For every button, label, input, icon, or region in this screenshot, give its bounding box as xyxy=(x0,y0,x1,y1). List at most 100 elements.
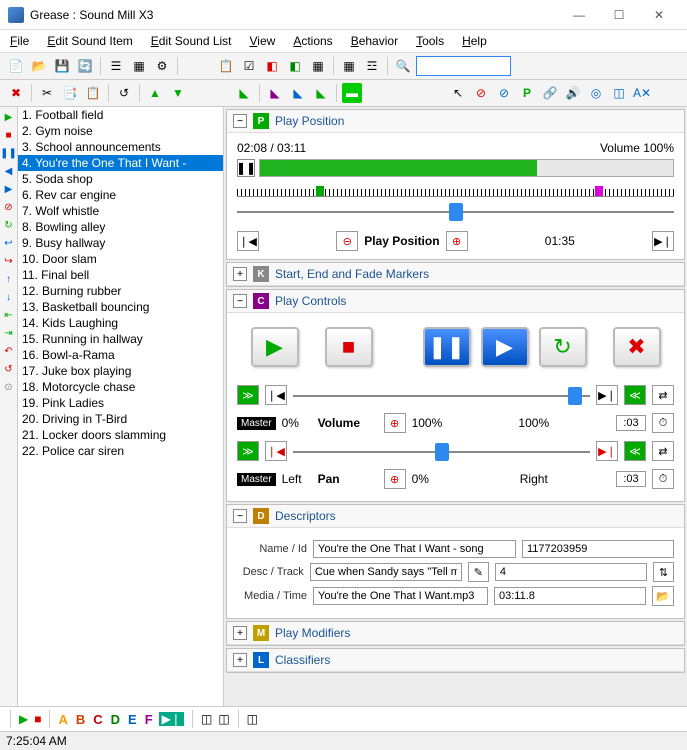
list-item[interactable]: 1. Football field xyxy=(18,107,223,123)
tool-d-icon[interactable]: ▦ xyxy=(308,56,328,76)
list-item[interactable]: 21. Locker doors slamming xyxy=(18,427,223,443)
sb-play-icon[interactable]: ▶ xyxy=(1,109,17,125)
rewind-start-button[interactable]: ❘◀ xyxy=(237,231,259,251)
volume-slider[interactable] xyxy=(293,385,590,401)
list-item[interactable]: 7. Wolf whistle xyxy=(18,203,223,219)
pan-fastfwd-button[interactable]: ≪ xyxy=(624,441,646,461)
menu-behavior[interactable]: Behavior xyxy=(351,34,398,48)
up-icon[interactable]: ▲ xyxy=(145,83,165,103)
sb-next-icon[interactable]: ▶ xyxy=(1,181,17,197)
bb-overlap1-icon[interactable]: ◫ xyxy=(201,712,212,726)
step-back-button[interactable]: ⊖ xyxy=(336,231,358,251)
pan-fastrew-button[interactable]: ≫ xyxy=(237,441,259,461)
abort-button[interactable]: ✖ xyxy=(613,327,661,367)
cut-icon[interactable]: ✂ xyxy=(37,83,57,103)
props-icon[interactable]: ☲ xyxy=(362,56,382,76)
timeline-ruler[interactable] xyxy=(237,179,674,197)
resume-button[interactable]: ▶ xyxy=(481,327,529,367)
vol-fwd-button[interactable]: ▶❘ xyxy=(596,385,618,405)
list-item[interactable]: 17. Juke box playing xyxy=(18,363,223,379)
media-input[interactable] xyxy=(313,587,488,605)
bb-overlap3-icon[interactable]: ◫ xyxy=(247,712,258,726)
collapse-descriptors[interactable]: − xyxy=(233,509,247,523)
sound-list[interactable]: 1. Football field2. Gym noise3. School a… xyxy=(18,107,224,706)
menu-file[interactable]: File xyxy=(10,34,29,48)
list-item[interactable]: 14. Kids Laughing xyxy=(18,315,223,331)
sb-noentry-icon[interactable]: ⊘ xyxy=(1,199,17,215)
open-icon[interactable]: 📂 xyxy=(29,56,49,76)
list-item[interactable]: 2. Gym noise xyxy=(18,123,223,139)
vol-timer-icon[interactable]: ⏱ xyxy=(652,413,674,433)
sb-prev2-icon[interactable]: ↩ xyxy=(1,235,17,251)
pp-icon[interactable]: P xyxy=(517,83,537,103)
flag1-icon[interactable]: ◣ xyxy=(234,83,254,103)
list-icon[interactable]: ☰ xyxy=(106,56,126,76)
pan-thumb[interactable] xyxy=(435,443,449,461)
vol-fastfwd-button[interactable]: ≪ xyxy=(624,385,646,405)
color-letter-f[interactable]: F xyxy=(145,712,153,727)
collapse-play-controls[interactable]: − xyxy=(233,294,247,308)
pan-inc-button[interactable]: ⊕ xyxy=(384,469,406,489)
position-thumb[interactable] xyxy=(449,203,463,221)
color-letter-e[interactable]: E xyxy=(128,712,137,727)
speaker-icon[interactable]: 🔊 xyxy=(563,83,583,103)
loop-button[interactable]: ↻ xyxy=(539,327,587,367)
delete-icon[interactable]: ✖ xyxy=(6,83,26,103)
flag2-icon[interactable]: ◣ xyxy=(265,83,285,103)
sb-down-icon[interactable]: ↓ xyxy=(1,289,17,305)
step-fwd-button[interactable]: ⊕ xyxy=(446,231,468,251)
color-letter-a[interactable]: A xyxy=(58,712,67,727)
sb-in-icon[interactable]: ⇤ xyxy=(1,307,17,323)
revert-icon[interactable]: ↺ xyxy=(114,83,134,103)
marker-in[interactable] xyxy=(316,186,324,196)
pan-timer-icon[interactable]: ⏱ xyxy=(652,469,674,489)
overlap-icon[interactable]: ◫ xyxy=(609,83,629,103)
bb-play-icon[interactable]: ▶ xyxy=(19,712,28,726)
menu-tools[interactable]: Tools xyxy=(416,34,444,48)
pan-time-input[interactable] xyxy=(616,471,646,487)
sb-prev-icon[interactable]: ◀ xyxy=(1,163,17,179)
close-button[interactable]: ✕ xyxy=(639,1,679,29)
sb-pause-icon[interactable]: ❚❚ xyxy=(1,145,17,161)
noentry-icon[interactable]: ⊘ xyxy=(471,83,491,103)
tool-e-icon[interactable]: ▦ xyxy=(339,56,359,76)
pan-fwd-button[interactable]: ▶❘ xyxy=(596,441,618,461)
pan-swap-button[interactable]: ⇄ xyxy=(652,441,674,461)
desc-input[interactable] xyxy=(310,563,462,581)
down-icon[interactable]: ▼ xyxy=(168,83,188,103)
expand-classifiers[interactable]: + xyxy=(233,653,247,667)
cursor-icon[interactable]: ↖ xyxy=(448,83,468,103)
color-letter-d[interactable]: D xyxy=(111,712,120,727)
stop-button[interactable]: ■ xyxy=(325,327,373,367)
menu-edit-sound-item[interactable]: Edit Sound Item xyxy=(47,34,132,48)
tool-a-icon[interactable]: 📋 xyxy=(216,56,236,76)
list-item[interactable]: 6. Rev car engine xyxy=(18,187,223,203)
vol-fastrew-button[interactable]: ≫ xyxy=(237,385,259,405)
edit-desc-button[interactable]: ✎ xyxy=(468,562,489,582)
list-item[interactable]: 18. Motorcycle chase xyxy=(18,379,223,395)
sb-next2-icon[interactable]: ↪ xyxy=(1,253,17,269)
paste-icon[interactable]: 📋 xyxy=(83,83,103,103)
vol-swap-button[interactable]: ⇄ xyxy=(652,385,674,405)
pan-slider[interactable] xyxy=(293,441,590,457)
minimize-button[interactable]: — xyxy=(559,1,599,29)
collapse-play-position[interactable]: − xyxy=(233,114,247,128)
mini-pause-button[interactable]: ❚❚ xyxy=(237,159,255,177)
list-item[interactable]: 12. Burning rubber xyxy=(18,283,223,299)
link-icon[interactable]: 🔗 xyxy=(540,83,560,103)
pause-button[interactable]: ❚❚ xyxy=(423,327,471,367)
monitor-icon[interactable]: ▬ xyxy=(342,83,362,103)
list-item[interactable]: 3. School announcements xyxy=(18,139,223,155)
list-item[interactable]: 20. Driving in T-Bird xyxy=(18,411,223,427)
marker-out[interactable] xyxy=(595,186,603,196)
search-input[interactable] xyxy=(416,56,511,76)
volume-thumb[interactable] xyxy=(568,387,582,405)
new-icon[interactable]: 📄 xyxy=(6,56,26,76)
checkbox-icon[interactable]: ☑ xyxy=(239,56,259,76)
copy-icon[interactable]: 📑 xyxy=(60,83,80,103)
track-input[interactable] xyxy=(495,563,647,581)
bb-next-icon[interactable]: ▶❘ xyxy=(159,712,184,726)
sb-out-icon[interactable]: ⇥ xyxy=(1,325,17,341)
tool-c-icon[interactable]: ◧ xyxy=(285,56,305,76)
list-item[interactable]: 16. Bowl-a-Rama xyxy=(18,347,223,363)
